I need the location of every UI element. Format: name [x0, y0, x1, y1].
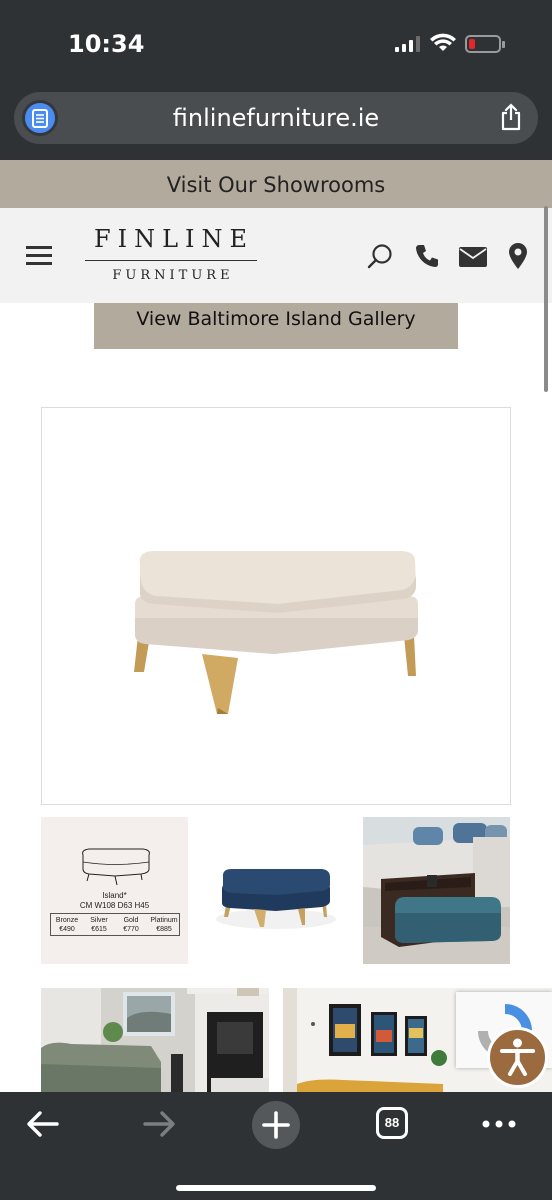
logo-top-text: FINLINE	[93, 225, 255, 253]
search-icon[interactable]	[366, 243, 394, 271]
site-header: FINLINE FURNITURE	[0, 208, 552, 303]
main-product-image[interactable]	[41, 407, 511, 805]
accessibility-icon	[500, 1038, 535, 1076]
showroom-banner[interactable]: Visit Our Showrooms	[0, 160, 552, 208]
browser-toolbar: 88	[0, 1092, 552, 1200]
share-icon[interactable]	[500, 103, 522, 131]
thumbnail-living-room[interactable]	[363, 817, 510, 964]
wifi-icon	[430, 33, 456, 51]
new-tab-button[interactable]	[252, 1101, 300, 1149]
spec-model: Island*	[102, 891, 127, 900]
spec-dimensions: CM W108 D63 H45	[79, 901, 150, 910]
lounge-room-image	[41, 988, 269, 1092]
tabs-icon[interactable]: 88	[376, 1107, 408, 1139]
price-gold: Gold €770	[123, 917, 139, 933]
price-bronze: Bronze €490	[55, 917, 79, 933]
thumbnail-blue-footstool[interactable]	[202, 817, 349, 964]
showroom-banner-label: Visit Our Showrooms	[166, 173, 386, 197]
status-bar: 10:34	[0, 0, 552, 84]
back-icon[interactable]	[24, 1106, 60, 1142]
new-tab-icon	[262, 1111, 290, 1139]
living-room-image	[363, 817, 510, 964]
logo-divider	[85, 260, 257, 261]
forward-icon[interactable]	[142, 1106, 178, 1142]
status-time: 10:34	[68, 30, 145, 58]
page-scrollbar[interactable]	[544, 206, 548, 392]
more-icon[interactable]	[482, 1120, 516, 1128]
logo-bottom-text: FURNITURE	[112, 268, 234, 283]
blue-footstool-image	[216, 869, 336, 929]
thumbnail-spec-card[interactable]: Island* CM W108 D63 H45 Bronze €490 Silve…	[41, 817, 188, 964]
phone-icon[interactable]	[414, 243, 440, 269]
price-table: Bronze €490 Silver €615 Gold €770 Platinum €…	[50, 913, 180, 936]
view-gallery-label: View Baltimore Island Gallery	[136, 308, 416, 330]
thumbnail-lounge-room[interactable]	[41, 988, 269, 1092]
url-bar[interactable]: finlinefurniture.ie	[14, 92, 538, 144]
mail-icon[interactable]	[459, 247, 487, 267]
signal-icon	[395, 36, 420, 52]
logo[interactable]: FINLINE FURNITURE	[85, 225, 257, 283]
view-gallery-button[interactable]: View Baltimore Island Gallery	[94, 303, 458, 349]
footstool-image	[134, 551, 418, 714]
battery-icon	[465, 35, 505, 53]
url-text[interactable]: finlinefurniture.ie	[14, 104, 538, 132]
price-silver: Silver €615	[90, 917, 108, 933]
footstool-sketch	[82, 848, 150, 886]
location-icon[interactable]	[508, 242, 528, 270]
accessibility-button[interactable]	[487, 1027, 548, 1088]
browser-url-area: finlinefurniture.ie	[0, 84, 552, 160]
menu-icon[interactable]	[26, 246, 52, 266]
home-indicator	[176, 1185, 376, 1191]
price-platinum: Platinum €885	[150, 917, 178, 933]
